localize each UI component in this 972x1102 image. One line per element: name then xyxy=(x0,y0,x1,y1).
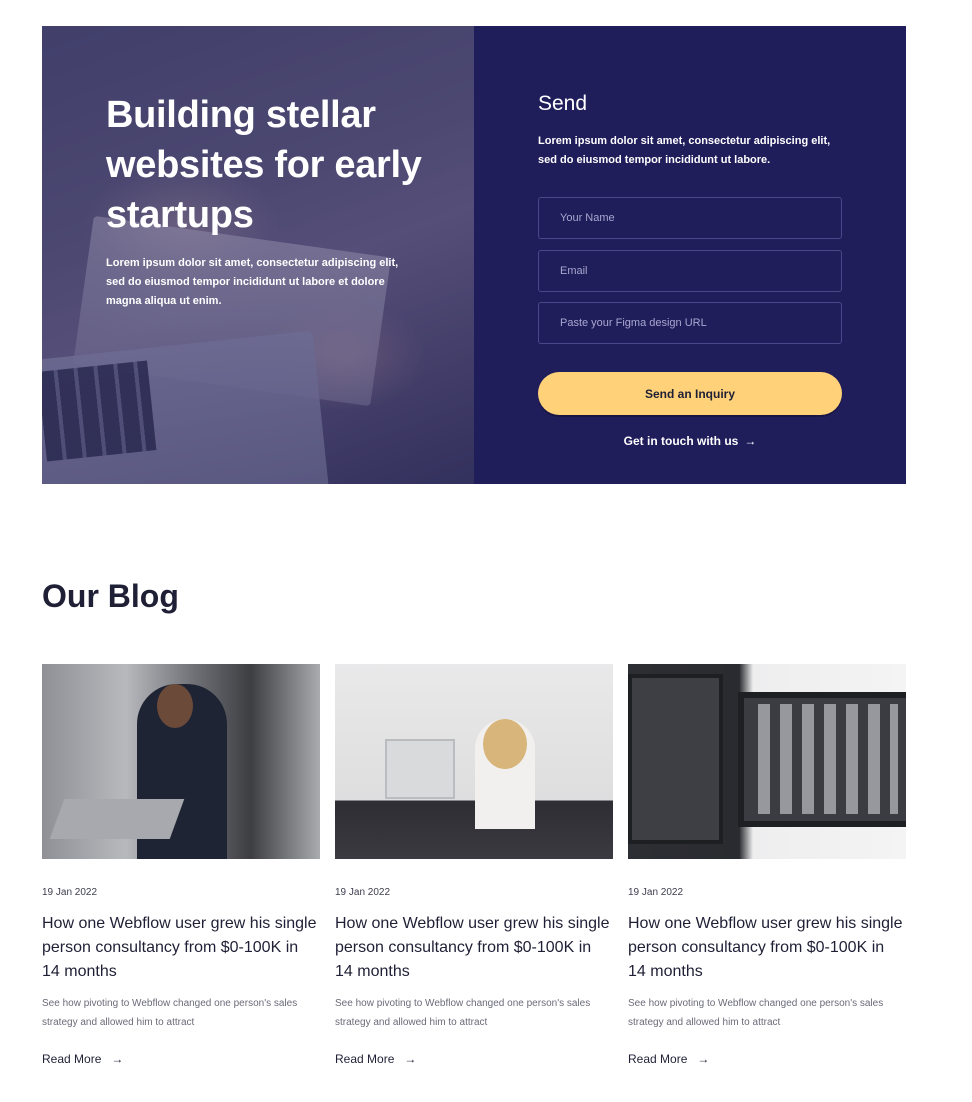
inquiry-form-panel: Send Lorem ipsum dolor sit amet, consect… xyxy=(474,26,906,484)
read-more-link[interactable]: Read More → xyxy=(42,1052,123,1066)
image-monitor xyxy=(385,739,455,799)
blog-card-date: 19 Jan 2022 xyxy=(42,887,98,898)
get-in-touch-link[interactable]: Get in touch with us → xyxy=(538,434,842,448)
blog-card-excerpt: See how pivoting to Webflow changed one … xyxy=(628,998,884,1028)
arrow-right-icon: → xyxy=(744,434,757,448)
arrow-right-icon: → xyxy=(404,1052,417,1066)
figma-url-input[interactable] xyxy=(538,302,842,344)
hero-image-panel: Building stellar websites for early star… xyxy=(42,26,474,484)
arrow-right-icon: → xyxy=(111,1052,124,1066)
blog-section-title: Our Blog xyxy=(42,578,179,614)
arrow-right-icon: → xyxy=(697,1052,710,1066)
hero-section: Building stellar websites for early star… xyxy=(42,26,906,484)
read-more-label: Read More xyxy=(42,1052,102,1066)
blog-card-image[interactable] xyxy=(335,664,613,859)
blog-card: 19 Jan 2022 How one Webflow user grew hi… xyxy=(628,664,906,1068)
blog-card: 19 Jan 2022 How one Webflow user grew hi… xyxy=(42,664,320,1068)
read-more-label: Read More xyxy=(628,1052,688,1066)
read-more-link[interactable]: Read More → xyxy=(628,1052,709,1066)
hero-title: Building stellar websites for early star… xyxy=(106,94,422,236)
image-person-head xyxy=(483,719,527,769)
read-more-label: Read More xyxy=(335,1052,395,1066)
form-title: Send xyxy=(538,92,588,115)
blog-card-date: 19 Jan 2022 xyxy=(628,887,684,898)
blog-card-image[interactable] xyxy=(628,664,906,859)
get-in-touch-label: Get in touch with us xyxy=(623,434,739,448)
send-inquiry-button[interactable]: Send an Inquiry xyxy=(538,372,842,415)
blog-card-date: 19 Jan 2022 xyxy=(335,887,391,898)
blog-card-title[interactable]: How one Webflow user grew his single per… xyxy=(42,912,320,984)
image-screen-ui xyxy=(758,704,898,814)
blog-card-title[interactable]: How one Webflow user grew his single per… xyxy=(335,912,613,984)
image-person-head xyxy=(157,684,193,728)
blog-card-image[interactable] xyxy=(42,664,320,859)
image-laptop xyxy=(49,799,185,839)
hero-description: Lorem ipsum dolor sit amet, consectetur … xyxy=(106,257,399,307)
blog-card-excerpt: See how pivoting to Webflow changed one … xyxy=(42,998,298,1028)
email-input[interactable] xyxy=(538,250,842,292)
blog-card: 19 Jan 2022 How one Webflow user grew hi… xyxy=(335,664,613,1068)
image-left-monitor xyxy=(628,674,723,844)
form-description: Lorem ipsum dolor sit amet, consectetur … xyxy=(538,135,831,166)
read-more-link[interactable]: Read More → xyxy=(335,1052,416,1066)
name-input[interactable] xyxy=(538,197,842,239)
blog-card-excerpt: See how pivoting to Webflow changed one … xyxy=(335,998,591,1028)
blog-card-title[interactable]: How one Webflow user grew his single per… xyxy=(628,912,906,984)
